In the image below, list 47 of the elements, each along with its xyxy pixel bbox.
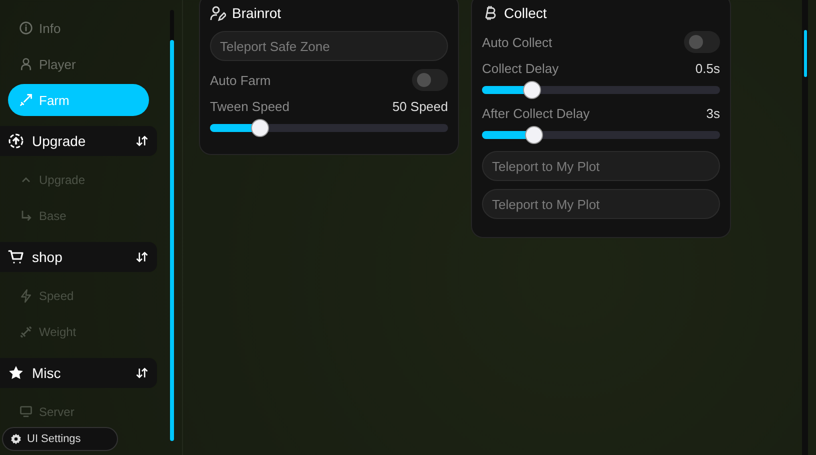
slider-thumb[interactable]	[525, 126, 544, 144]
lightning-icon	[19, 289, 33, 303]
slider[interactable]	[482, 126, 720, 144]
slider-thumb[interactable]	[522, 81, 541, 99]
toggle-label: Auto Farm	[210, 72, 271, 88]
card-title: Brainrot	[232, 5, 282, 21]
slider-label: After Collect Delay	[482, 106, 590, 121]
sort-arrows-icon	[135, 134, 149, 148]
section-header[interactable]: shop	[0, 242, 157, 272]
card-title: Collect	[504, 5, 547, 21]
star-icon	[8, 365, 24, 381]
toggle-switch[interactable]	[412, 69, 448, 91]
sidebar-tab[interactable]: Farm	[8, 84, 149, 116]
action-button[interactable]: Teleport to My Plot	[482, 189, 720, 219]
slider[interactable]	[210, 119, 448, 137]
slider-label: Collect Delay	[482, 61, 559, 76]
monitor-icon	[19, 405, 33, 419]
action-button[interactable]: Teleport to My Plot	[482, 151, 720, 181]
section-title: Misc	[32, 365, 62, 381]
info-icon	[19, 21, 33, 35]
slider-label: Tween Speed	[210, 99, 290, 114]
dumbbell-icon	[19, 325, 33, 339]
gear-icon	[10, 433, 22, 445]
section-header[interactable]: Misc	[0, 358, 157, 388]
slider-value: 0.5s	[695, 61, 720, 76]
sidebar-tab[interactable]: Info	[8, 12, 149, 44]
section-header[interactable]: Upgrade	[0, 126, 157, 156]
upgrade-icon	[8, 133, 24, 149]
person-icon	[19, 57, 33, 71]
cart-icon	[8, 249, 24, 265]
sidebar-tab[interactable]: Player	[8, 48, 149, 80]
section-title: shop	[32, 249, 64, 265]
toggle-label: Auto Collect	[482, 34, 552, 50]
sort-arrows-icon	[135, 366, 149, 380]
action-button[interactable]: Teleport Safe Zone	[210, 31, 448, 61]
section-title: Upgrade	[32, 133, 87, 149]
toggle-switch[interactable]	[684, 31, 720, 53]
slider-value: 3s	[706, 106, 720, 121]
return-arrow-icon	[19, 209, 33, 223]
scrollbar[interactable]	[802, 0, 808, 455]
sort-arrows-icon	[135, 250, 149, 264]
ui-settings-button[interactable]: UI Settings	[2, 427, 118, 451]
slider[interactable]	[482, 81, 720, 99]
user-edit-icon	[210, 5, 226, 21]
scrollbar[interactable]	[170, 10, 174, 441]
slider-value: 50 Speed	[392, 99, 448, 114]
slider-thumb[interactable]	[250, 119, 269, 137]
